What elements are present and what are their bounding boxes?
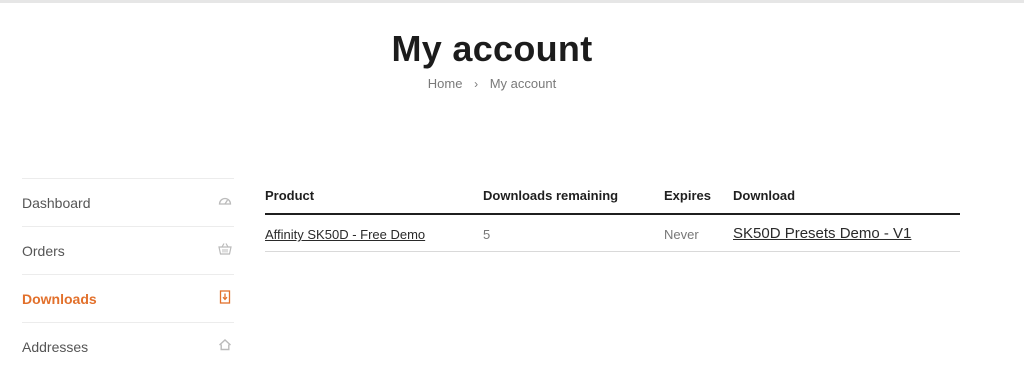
expires-cell: Never <box>664 227 699 242</box>
breadcrumb-current: My account <box>489 76 557 91</box>
download-cell: SK50D Presets Demo - V1 <box>733 225 911 242</box>
sidebar-item-orders[interactable]: Orders <box>22 226 234 274</box>
table-header: Product Downloads remaining Expires Down… <box>265 186 960 215</box>
product-cell: Affinity SK50D - Free Demo <box>265 227 425 242</box>
sidebar-item-label: Downloads <box>22 291 97 307</box>
home-icon <box>219 339 231 351</box>
sidebar-item-dashboard[interactable]: Dashboard <box>22 178 234 226</box>
downloads-remaining-cell: 5 <box>483 227 491 242</box>
sidebar-item-downloads[interactable]: Downloads <box>22 274 234 322</box>
download-file-link[interactable]: SK50D Presets Demo - V1 <box>733 225 911 242</box>
dashboard-gauge-icon <box>218 197 232 205</box>
basket-icon <box>218 243 232 255</box>
breadcrumb: Home › My account <box>0 76 984 91</box>
sidebar-item-addresses[interactable]: Addresses <box>22 322 234 370</box>
product-link[interactable]: Affinity SK50D - Free Demo <box>265 227 425 242</box>
top-divider <box>0 0 1024 3</box>
column-header-downloads-remaining: Downloads remaining <box>483 188 619 203</box>
account-navigation: Dashboard Orders Downloads Addresses <box>22 178 234 370</box>
page-title: My account <box>391 28 593 69</box>
breadcrumb-home-link[interactable]: Home <box>428 76 463 91</box>
breadcrumb-separator: › <box>474 77 479 91</box>
file-download-icon <box>219 290 231 304</box>
sidebar-item-label: Orders <box>22 243 65 259</box>
column-header-product: Product <box>265 188 315 203</box>
sidebar-item-label: Dashboard <box>22 195 91 211</box>
column-header-expires: Expires <box>664 188 711 203</box>
column-header-download: Download <box>733 188 796 203</box>
sidebar-item-label: Addresses <box>22 339 89 355</box>
table-row: Affinity SK50D - Free Demo 5 Never SK50D… <box>265 215 960 252</box>
downloads-table: Product Downloads remaining Expires Down… <box>265 186 960 252</box>
